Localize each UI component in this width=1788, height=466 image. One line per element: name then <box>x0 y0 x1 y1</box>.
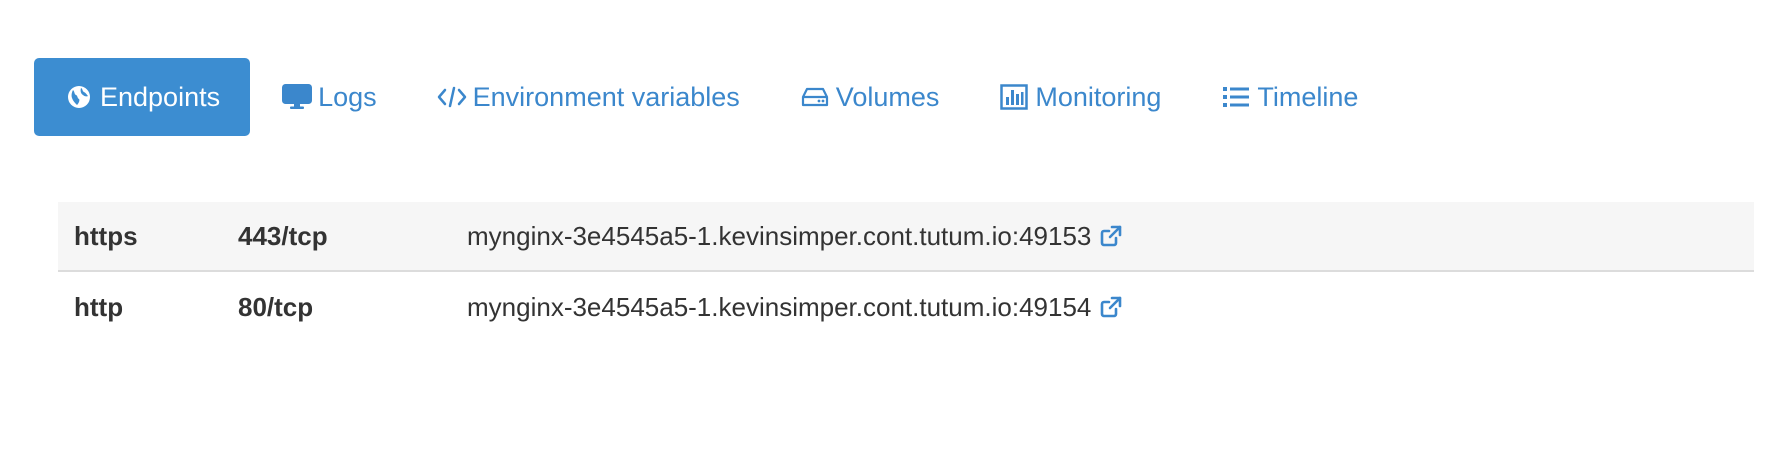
external-link-icon[interactable] <box>1099 295 1123 319</box>
bar-chart-icon <box>999 82 1029 112</box>
endpoint-protocol: https <box>74 220 138 251</box>
tab-volumes[interactable]: Volumes <box>772 58 968 136</box>
tab-bar: Endpoints Logs Environment variables Vol… <box>34 58 1390 136</box>
tab-environment-variables-label: Environment variables <box>472 81 740 112</box>
tab-timeline-label: Timeline <box>1257 81 1359 112</box>
endpoint-url: mynginx-3e4545a5-1.kevinsimper.cont.tutu… <box>467 220 1092 251</box>
tab-monitoring[interactable]: Monitoring <box>971 58 1189 136</box>
tab-environment-variables[interactable]: Environment variables <box>409 58 768 136</box>
endpoint-url: mynginx-3e4545a5-1.kevinsimper.cont.tutu… <box>467 291 1092 322</box>
endpoint-url-cell: mynginx-3e4545a5-1.kevinsimper.cont.tutu… <box>467 221 1123 252</box>
tab-timeline[interactable]: Timeline <box>1193 58 1386 136</box>
tab-monitoring-label: Monitoring <box>1035 81 1162 112</box>
tab-endpoints[interactable]: Endpoints <box>34 58 251 136</box>
tab-volumes-label: Volumes <box>835 81 940 112</box>
table-row: https 443/tcp mynginx-3e4545a5-1.kevinsi… <box>58 202 1754 272</box>
tab-endpoints-label: Endpoints <box>100 81 221 112</box>
endpoint-url-cell: mynginx-3e4545a5-1.kevinsimper.cont.tutu… <box>467 292 1123 323</box>
table-row: http 80/tcp mynginx-3e4545a5-1.kevinsimp… <box>58 272 1754 342</box>
monitor-icon <box>282 82 313 112</box>
tab-logs[interactable]: Logs <box>254 58 405 136</box>
endpoint-port: 80/tcp <box>238 291 314 322</box>
hard-drive-icon <box>800 82 830 112</box>
endpoint-port: 443/tcp <box>238 220 328 251</box>
external-link-icon[interactable] <box>1099 224 1123 248</box>
code-icon <box>437 82 467 112</box>
list-icon <box>1221 82 1251 112</box>
globe-icon <box>64 82 94 112</box>
endpoint-protocol: http <box>74 291 124 322</box>
tab-logs-label: Logs <box>318 81 377 112</box>
endpoints-table: https 443/tcp mynginx-3e4545a5-1.kevinsi… <box>58 202 1754 342</box>
